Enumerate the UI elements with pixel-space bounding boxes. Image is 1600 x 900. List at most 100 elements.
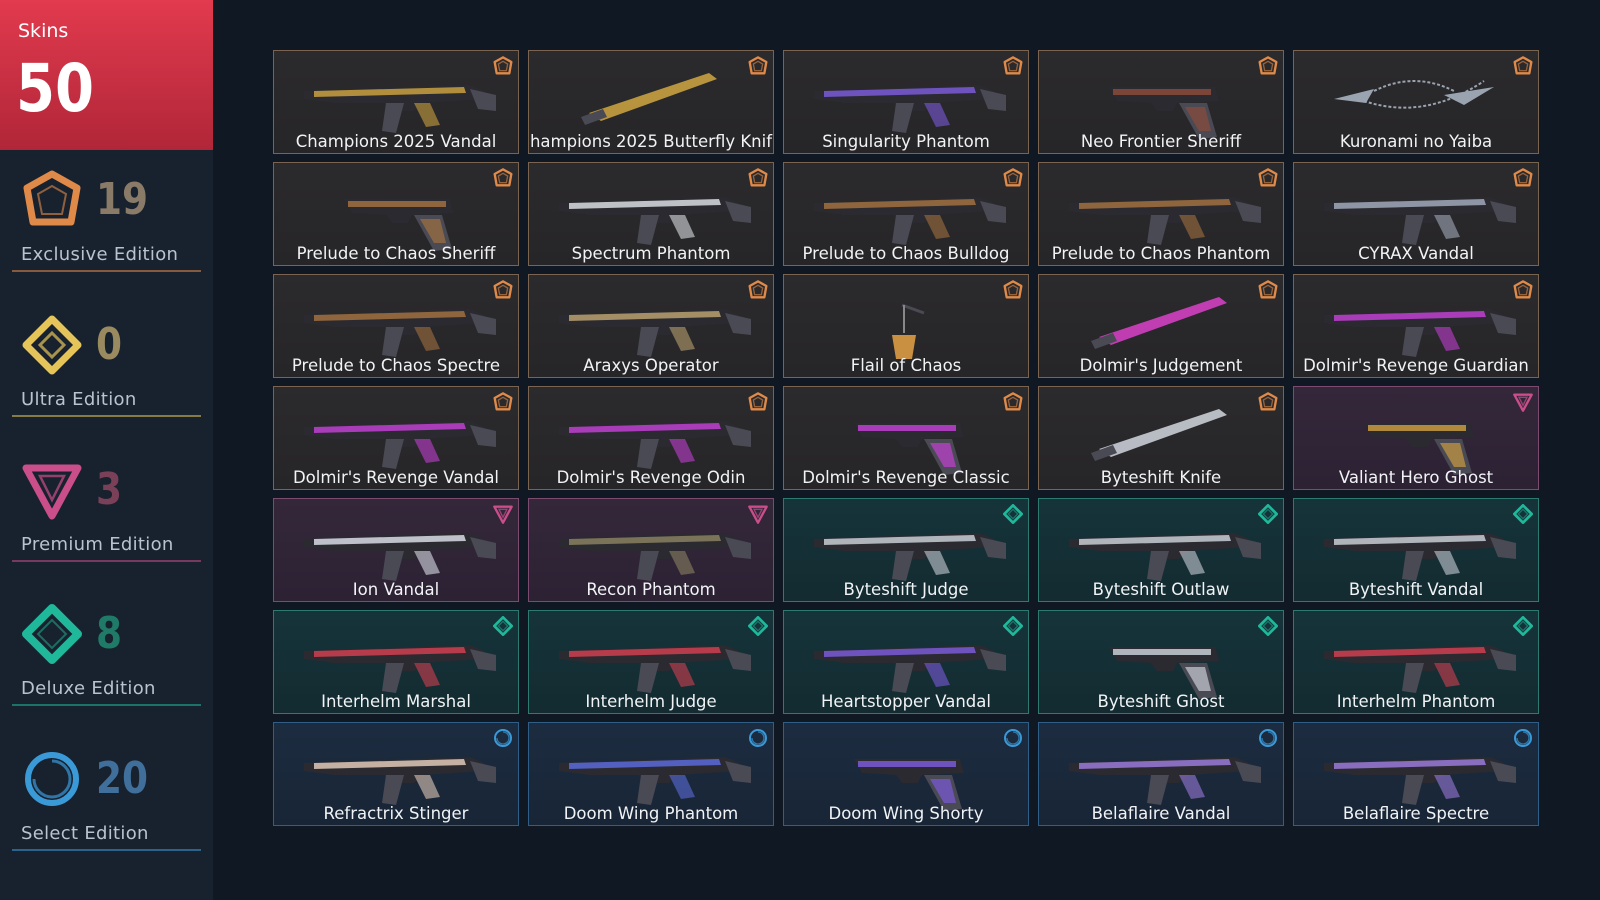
skin-card[interactable]: Valiant Hero Ghost xyxy=(1293,386,1539,490)
skin-name: Araxys Operator xyxy=(583,356,719,375)
skin-card[interactable]: Singularity Phantom xyxy=(783,50,1029,154)
deluxe-edition-icon xyxy=(1513,504,1533,524)
exclusive-edition-icon xyxy=(1003,280,1023,300)
exclusive-edition-icon xyxy=(22,170,82,230)
exclusive-edition-icon xyxy=(1513,280,1533,300)
exclusive-edition-icon xyxy=(1003,56,1023,76)
tier-name: Exclusive Edition xyxy=(21,244,179,265)
skin-card[interactable]: Araxys Operator xyxy=(528,274,774,378)
select-edition-icon xyxy=(1003,728,1023,748)
skin-card[interactable]: Dolmir's Judgement xyxy=(1038,274,1284,378)
tier-divider xyxy=(12,849,201,851)
skin-card[interactable]: Refractrix Stinger xyxy=(273,722,519,826)
tier-divider xyxy=(12,704,201,706)
select-edition-icon xyxy=(1258,728,1278,748)
exclusive-edition-icon xyxy=(1003,168,1023,188)
skin-card[interactable]: CYRAX Vandal xyxy=(1293,162,1539,266)
exclusive-edition-icon xyxy=(748,168,768,188)
skin-card[interactable]: Byteshift Vandal xyxy=(1293,498,1539,602)
skin-name: Interhelm Judge xyxy=(585,692,717,711)
deluxe-edition-icon xyxy=(493,616,513,636)
skin-card[interactable]: Dolmir's Revenge Odin xyxy=(528,386,774,490)
exclusive-edition-icon xyxy=(1258,168,1278,188)
select-edition-icon xyxy=(493,728,513,748)
skin-card[interactable]: Doom Wing Phantom xyxy=(528,722,774,826)
skin-card[interactable]: Doom Wing Shorty xyxy=(783,722,1029,826)
deluxe-edition-icon xyxy=(748,616,768,636)
total-skins-panel: Skins 50 xyxy=(0,0,213,150)
skin-name: Dolmir's Judgement xyxy=(1079,356,1243,375)
skin-grid: Champions 2025 Vandal hampions 2025 Butt… xyxy=(273,50,1539,826)
skin-name: Recon Phantom xyxy=(586,580,716,599)
skin-card[interactable]: Dolmir's Revenge Classic xyxy=(783,386,1029,490)
skin-card[interactable]: Dolmir's Revenge Guardian xyxy=(1293,274,1539,378)
skin-card[interactable]: Dolmir's Revenge Vandal xyxy=(273,386,519,490)
exclusive-edition-icon xyxy=(1258,56,1278,76)
skin-name: Prelude to Chaos Sheriff xyxy=(296,244,496,263)
skin-card[interactable]: Spectrum Phantom xyxy=(528,162,774,266)
skin-name: Prelude to Chaos Spectre xyxy=(291,356,501,375)
skin-name: CYRAX Vandal xyxy=(1358,244,1474,263)
skin-name: Byteshift Vandal xyxy=(1348,580,1484,599)
tier-name: Select Edition xyxy=(21,823,149,844)
exclusive-edition-icon xyxy=(748,280,768,300)
skin-name: Ion Vandal xyxy=(352,580,440,599)
skin-card[interactable]: hampions 2025 Butterfly Knif xyxy=(528,50,774,154)
tier-exclusive[interactable]: 19 Exclusive Edition xyxy=(12,166,201,276)
tier-name: Premium Edition xyxy=(21,534,174,555)
skin-name: Doom Wing Shorty xyxy=(828,804,984,823)
skin-name: Belaflaire Spectre xyxy=(1342,804,1490,823)
deluxe-edition-icon xyxy=(22,604,82,664)
skin-card[interactable]: Byteshift Ghost xyxy=(1038,610,1284,714)
skin-card[interactable]: Interhelm Marshal xyxy=(273,610,519,714)
tier-premium[interactable]: 3 Premium Edition xyxy=(12,456,201,566)
skin-card[interactable]: Prelude to Chaos Phantom xyxy=(1038,162,1284,266)
deluxe-edition-icon xyxy=(1003,616,1023,636)
exclusive-edition-icon xyxy=(1513,56,1533,76)
skin-card[interactable]: Flail of Chaos xyxy=(783,274,1029,378)
tier-divider xyxy=(12,270,201,272)
exclusive-edition-icon xyxy=(493,56,513,76)
tier-deluxe[interactable]: 8 Deluxe Edition xyxy=(12,600,201,710)
skin-name: Kuronami no Yaiba xyxy=(1339,132,1493,151)
skin-name: Doom Wing Phantom xyxy=(563,804,739,823)
skin-card[interactable]: Belaflaire Spectre xyxy=(1293,722,1539,826)
tier-count: 0 xyxy=(96,319,123,370)
skin-card[interactable]: Champions 2025 Vandal xyxy=(273,50,519,154)
premium-edition-icon xyxy=(1513,392,1533,412)
skin-name: Byteshift Knife xyxy=(1100,468,1222,487)
skin-name: Dolmir's Revenge Classic xyxy=(802,468,1010,487)
skin-card[interactable]: Kuronami no Yaiba xyxy=(1293,50,1539,154)
exclusive-edition-icon xyxy=(748,56,768,76)
tier-ultra[interactable]: 0 Ultra Edition xyxy=(12,311,201,421)
skin-card[interactable]: Recon Phantom xyxy=(528,498,774,602)
select-edition-icon xyxy=(1513,728,1533,748)
skin-name: Singularity Phantom xyxy=(822,132,990,151)
tier-count: 20 xyxy=(96,753,149,804)
skin-card[interactable]: Interhelm Judge xyxy=(528,610,774,714)
skin-card[interactable]: Neo Frontier Sheriff xyxy=(1038,50,1284,154)
skin-name: hampions 2025 Butterfly Knif xyxy=(529,132,773,151)
select-edition-icon xyxy=(748,728,768,748)
skin-name: Byteshift Outlaw xyxy=(1092,580,1230,599)
skin-card[interactable]: Byteshift Outlaw xyxy=(1038,498,1284,602)
exclusive-edition-icon xyxy=(1513,168,1533,188)
tier-name: Deluxe Edition xyxy=(21,678,156,699)
skin-card[interactable]: Ion Vandal xyxy=(273,498,519,602)
skin-card[interactable]: Belaflaire Vandal xyxy=(1038,722,1284,826)
skin-card[interactable]: Prelude to Chaos Spectre xyxy=(273,274,519,378)
skin-name: Neo Frontier Sheriff xyxy=(1080,132,1242,151)
skin-card[interactable]: Prelude to Chaos Bulldog xyxy=(783,162,1029,266)
skin-card[interactable]: Heartstopper Vandal xyxy=(783,610,1029,714)
skin-name: Spectrum Phantom xyxy=(571,244,731,263)
ultra-edition-icon xyxy=(22,315,82,375)
skin-card[interactable]: Prelude to Chaos Sheriff xyxy=(273,162,519,266)
premium-edition-icon xyxy=(22,460,82,520)
skin-name: Dolmir's Revenge Guardian xyxy=(1303,356,1529,375)
skin-card[interactable]: Interhelm Phantom xyxy=(1293,610,1539,714)
skin-card[interactable]: Byteshift Judge xyxy=(783,498,1029,602)
skin-name: Refractrix Stinger xyxy=(323,804,469,823)
tier-select[interactable]: 20 Select Edition xyxy=(12,745,201,855)
skin-card[interactable]: Byteshift Knife xyxy=(1038,386,1284,490)
exclusive-edition-icon xyxy=(493,280,513,300)
